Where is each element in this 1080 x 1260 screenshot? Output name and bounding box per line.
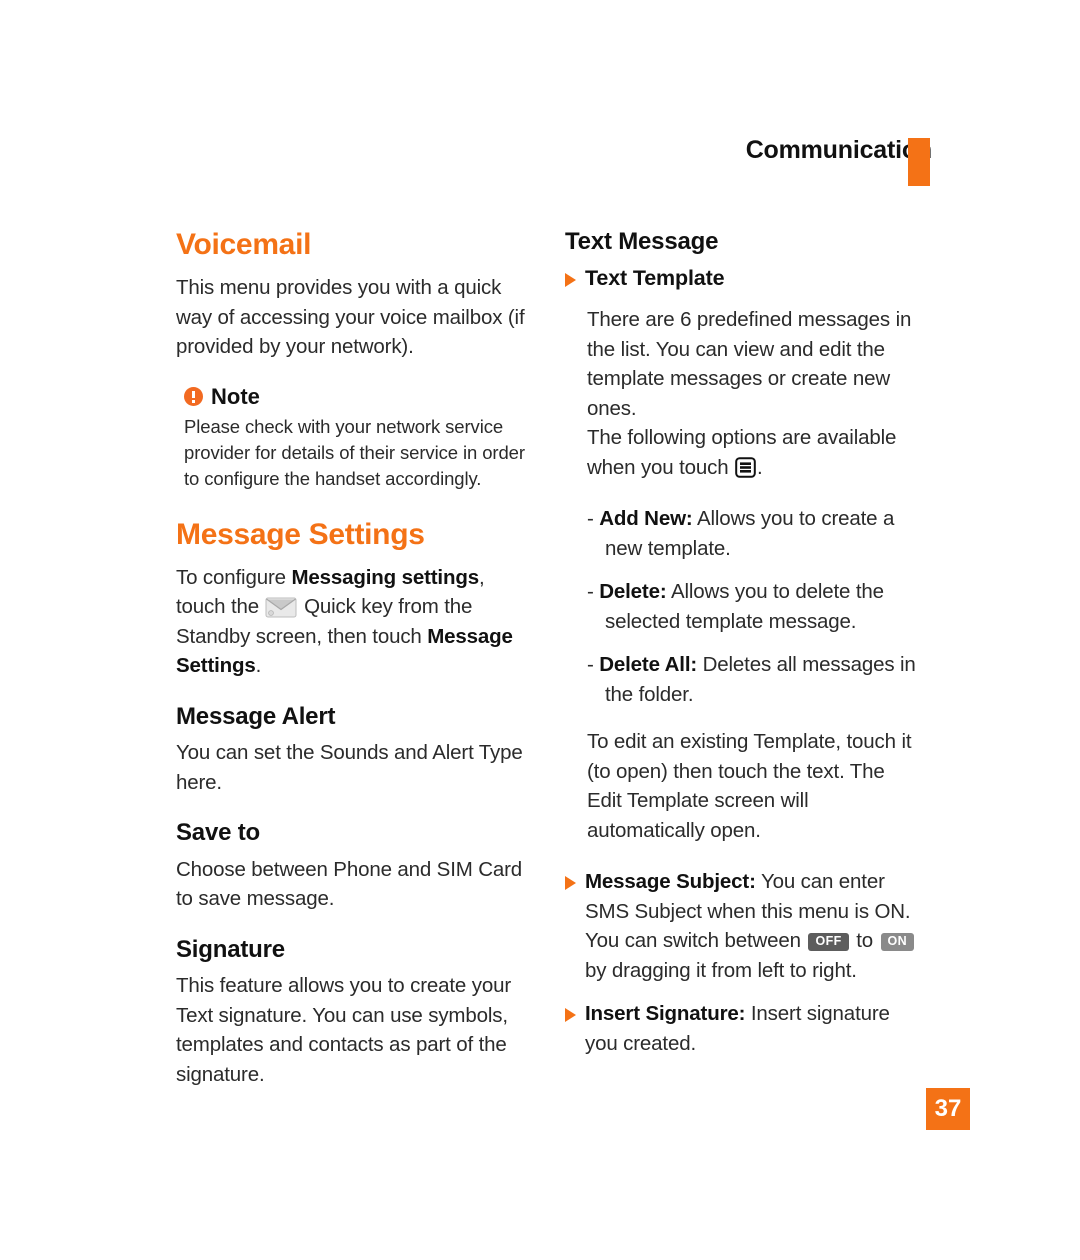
text-template-para-2: The following options are available when… bbox=[587, 423, 923, 482]
save-to-body: Choose between Phone and SIM Card to sav… bbox=[176, 857, 523, 911]
option-delete-all-label: Delete All: bbox=[599, 653, 698, 677]
subsection-title-signature: Signature bbox=[176, 935, 285, 963]
insert-signature-label: Insert Signature: bbox=[585, 1002, 746, 1026]
text-template-heading: Text Template bbox=[565, 264, 923, 294]
text-template-content: There are 6 predefined messages in the l… bbox=[587, 305, 923, 845]
note-body: Please check with your network service p… bbox=[184, 415, 525, 489]
text-template-para-1: There are 6 predefined messages in the l… bbox=[587, 308, 912, 420]
insert-signature-item: Insert Signature: Insert signature you c… bbox=[565, 999, 923, 1058]
option-add-new-label: Add New: bbox=[599, 507, 693, 531]
left-column: Voicemail This menu provides you with a … bbox=[176, 228, 534, 1089]
chapter-title: Communication bbox=[745, 136, 932, 164]
option-delete: - Delete: Allows you to delete the selec… bbox=[587, 580, 884, 633]
message-subject-label: Message Subject: bbox=[585, 870, 756, 894]
toggle-on-badge: ON bbox=[880, 933, 915, 951]
subsection-title-save-to: Save to bbox=[176, 819, 260, 847]
running-header: Communication bbox=[746, 136, 932, 165]
note-block: Note Please check with your network serv… bbox=[184, 384, 534, 492]
header-accent-bar bbox=[908, 138, 930, 186]
envelope-icon bbox=[265, 596, 297, 618]
option-delete-all: - Delete All: Deletes all messages in th… bbox=[587, 653, 916, 706]
alert-circle-icon bbox=[184, 387, 203, 406]
signature-body: This feature allows you to create your T… bbox=[176, 974, 511, 1086]
triangle-bullet-icon bbox=[565, 876, 576, 891]
message-settings-body: To configure Messaging settings, touch t… bbox=[176, 563, 534, 681]
text-template-para-3: To edit an existing Template, touch it (… bbox=[587, 730, 912, 842]
subsection-title-message-alert: Message Alert bbox=[176, 702, 336, 730]
triangle-bullet-icon bbox=[565, 1008, 576, 1023]
subsection-title-text-message: Text Message bbox=[565, 228, 719, 255]
text-template-label: Text Template bbox=[585, 265, 725, 290]
note-header: Note bbox=[184, 384, 534, 410]
toggle-off-badge: OFF bbox=[808, 933, 849, 951]
ms-bold-1: Messaging settings bbox=[291, 565, 479, 589]
right-column: Text Message Text Template There are 6 p… bbox=[565, 228, 923, 1089]
voicemail-body: This menu provides you with a quick way … bbox=[176, 276, 525, 358]
section-title-message-settings: Message Settings bbox=[176, 517, 425, 551]
menu-icon bbox=[735, 456, 756, 478]
ms-text-1: To configure bbox=[176, 565, 292, 589]
section-title-voicemail: Voicemail bbox=[176, 228, 312, 261]
option-add-new: - Add New: Allows you to create a new te… bbox=[587, 507, 895, 560]
message-alert-body: You can set the Sounds and Alert Type he… bbox=[176, 741, 523, 794]
message-subject-part-2: to bbox=[850, 929, 879, 953]
message-subject-part-3: by dragging it from left to right. bbox=[585, 958, 857, 982]
page-body: Voicemail This menu provides you with a … bbox=[176, 228, 966, 1089]
page-number-badge: 37 bbox=[926, 1088, 970, 1130]
note-label: Note bbox=[211, 383, 260, 409]
insert-signature-text: Insert Signature: Insert signature you c… bbox=[585, 999, 923, 1058]
ms-text-4: . bbox=[255, 654, 262, 677]
option-delete-label: Delete: bbox=[599, 580, 667, 604]
triangle-bullet-icon bbox=[565, 272, 576, 287]
message-subject-text: Message Subject: You can enter SMS Subje… bbox=[585, 867, 923, 985]
message-subject-item: Message Subject: You can enter SMS Subje… bbox=[565, 867, 923, 985]
tt2-text-2: . bbox=[757, 455, 763, 479]
